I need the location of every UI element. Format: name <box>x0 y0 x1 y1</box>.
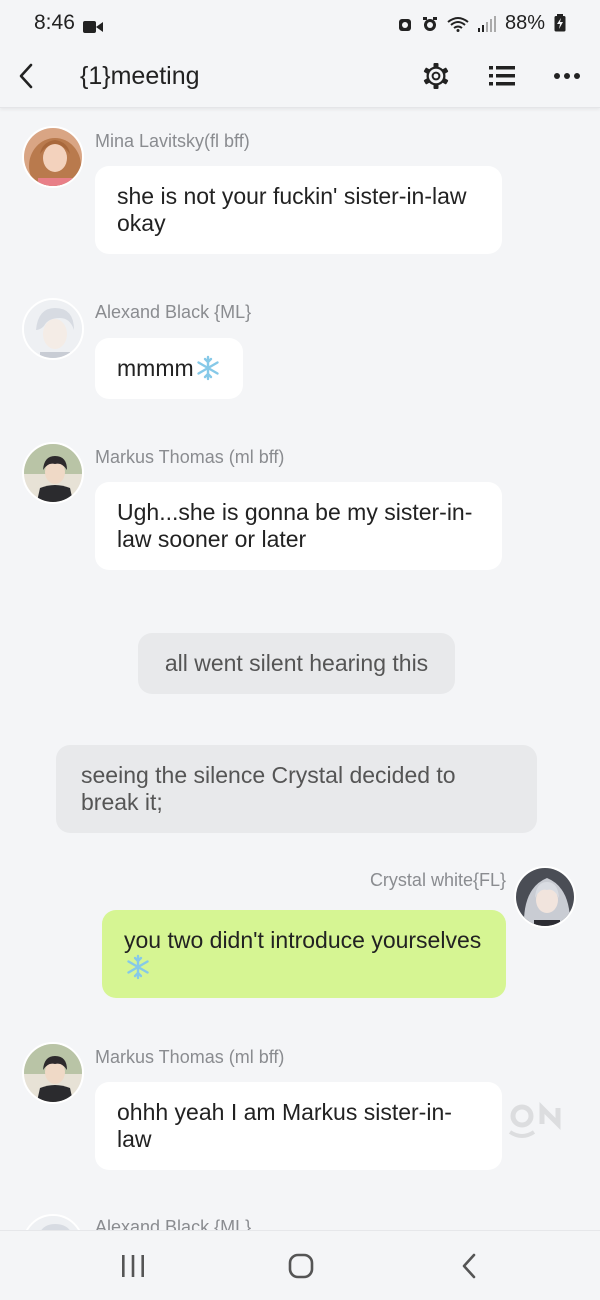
narration-bubble: seeing the silence Crystal decided to br… <box>56 745 537 833</box>
back-icon[interactable] <box>12 60 40 92</box>
nav-back-icon[interactable] <box>449 1249 489 1283</box>
chat-header: {1}meeting <box>0 46 600 108</box>
list-icon[interactable] <box>486 60 518 92</box>
message-text: mmmm <box>117 355 194 381</box>
snowflake-emoji <box>195 355 221 381</box>
more-icon[interactable] <box>551 60 583 92</box>
message-bubble[interactable]: Ugh...she is gonna be my sister-in-law s… <box>95 482 502 570</box>
signal-icon <box>477 15 496 32</box>
recycle-icon <box>397 15 413 31</box>
alarm-icon <box>422 15 438 31</box>
sender-name: Markus Thomas (ml bff) <box>95 1047 285 1067</box>
avatar[interactable] <box>22 442 84 504</box>
chat-title: {1}meeting <box>80 62 200 90</box>
home-icon[interactable] <box>281 1249 321 1283</box>
wifi-icon <box>447 15 469 32</box>
sender-name: Crystal white{FL} <box>369 870 506 890</box>
avatar[interactable] <box>514 866 576 928</box>
snowflake-emoji <box>125 954 151 980</box>
message-bubble[interactable]: you two didn't introduce yourselves <box>102 910 506 998</box>
message-text: you two didn't introduce yourselves <box>124 927 482 953</box>
battery-icon <box>554 14 566 32</box>
sender-name: Alexand Black {ML} <box>95 302 252 322</box>
sender-name: Alexand Black {ML} <box>95 1217 252 1230</box>
gear-icon[interactable] <box>420 60 452 92</box>
watermark-logo <box>500 1101 570 1142</box>
status-bar: 8:46 88% <box>0 0 600 46</box>
message-bubble[interactable]: she is not your fuckin' sister-in-law ok… <box>95 166 502 254</box>
recents-icon[interactable] <box>113 1249 153 1283</box>
avatar[interactable] <box>22 298 84 360</box>
video-camera-icon <box>82 16 103 33</box>
narration-bubble: all went silent hearing this <box>138 633 455 694</box>
avatar[interactable] <box>22 1214 84 1230</box>
sender-name: Markus Thomas (ml bff) <box>95 447 285 467</box>
message-bubble[interactable]: mmmm <box>95 338 243 399</box>
battery-percent: 88% <box>504 11 545 34</box>
avatar[interactable] <box>22 126 84 188</box>
chat-messages[interactable]: Mina Lavitsky(fl bff) she is not your fu… <box>0 109 600 1230</box>
system-nav-bar <box>0 1230 600 1300</box>
sender-name: Mina Lavitsky(fl bff) <box>95 131 250 151</box>
status-time: 8:46 <box>34 11 75 34</box>
avatar[interactable] <box>22 1042 84 1104</box>
message-bubble[interactable]: ohhh yeah I am Markus sister-in-law <box>95 1082 502 1170</box>
